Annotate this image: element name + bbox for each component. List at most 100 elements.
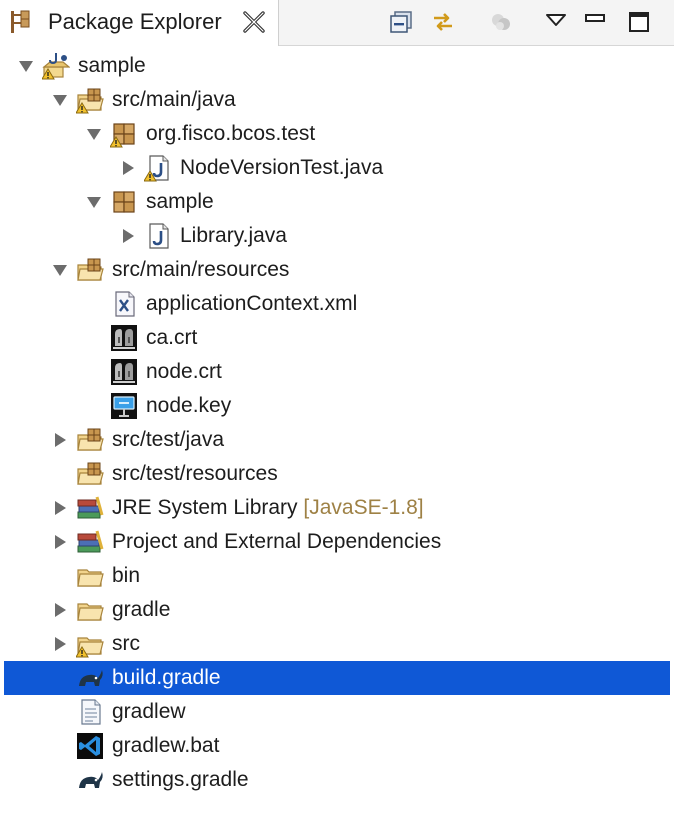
tree-item-label: node.key (146, 393, 231, 419)
tree-item-label: Project and External Dependencies (112, 529, 441, 555)
tree-item-text: gradlew.bat (112, 734, 220, 757)
tree-item[interactable]: src/main/java (4, 83, 670, 117)
tree-item-text: applicationContext.xml (146, 292, 358, 315)
tree-item[interactable]: applicationContext.xml (4, 287, 670, 321)
tree-item-label: src/test/java (112, 427, 224, 453)
tree-item-text: gradle (112, 598, 171, 621)
tree-item-label: src/main/resources (112, 257, 289, 283)
expand-arrow-right-icon[interactable] (51, 533, 69, 551)
tree-item-label: bin (112, 563, 140, 589)
tree-item-text: src/test/resources (112, 462, 278, 485)
tree-item-label: gradlew (112, 699, 186, 725)
view-menu-button[interactable] (541, 7, 571, 37)
tree-item-text: gradlew (112, 700, 186, 723)
expand-arrow-down-icon[interactable] (51, 91, 69, 109)
tree-item[interactable]: org.fisco.bcos.test (4, 117, 670, 151)
text-file-icon (81, 699, 101, 725)
tree-item[interactable]: node.key (4, 389, 670, 423)
tree-item-text: node.key (146, 394, 232, 417)
tree-item-label: org.fisco.bcos.test (146, 121, 315, 147)
keynote-file-icon (111, 393, 137, 419)
minimize-button[interactable] (580, 7, 610, 37)
tree-item-text: bin (112, 564, 141, 587)
tree-item[interactable]: bin (4, 559, 670, 593)
package-icon (110, 123, 135, 148)
tree-item-label: NodeVersionTest.java (180, 155, 383, 181)
maximize-button[interactable] (624, 7, 654, 37)
tree-item[interactable]: sample (4, 49, 670, 83)
tree-item[interactable]: sample (4, 185, 670, 219)
package-icon (113, 191, 135, 213)
tree-item[interactable]: src (4, 627, 670, 661)
tab-title: Package Explorer (48, 9, 222, 34)
tree-item-text: Library.java (180, 224, 287, 247)
tree-item-label: JRE System Library [JavaSE-1.8] (112, 495, 424, 521)
gradle-file-icon (79, 772, 103, 788)
tree-item-label: settings.gradle (112, 767, 249, 793)
focus-active-task-button[interactable] (486, 7, 516, 37)
java-file-icon (144, 155, 169, 182)
tree-item-text: NodeVersionTest.java (180, 156, 384, 179)
source-folder-icon (77, 462, 104, 485)
xml-file-icon (115, 291, 135, 317)
tree-item-text: src (112, 632, 140, 655)
folder-icon (76, 637, 104, 658)
link-with-editor-icon (434, 13, 452, 31)
tree-item-label: Library.java (180, 223, 287, 249)
expand-arrow-right-icon[interactable] (51, 601, 69, 619)
minimize-icon (585, 14, 605, 22)
tree-item[interactable]: Project and External Dependencies (4, 525, 670, 559)
collapse-all-button[interactable] (386, 7, 416, 37)
source-folder-icon (77, 258, 104, 281)
tree-item[interactable]: src/test/java (4, 423, 670, 457)
expand-arrow-right-icon[interactable] (119, 159, 137, 177)
tree-item-label: ca.crt (146, 325, 197, 351)
expand-arrow-right-icon[interactable] (51, 499, 69, 517)
tree-item[interactable]: gradlew.bat (4, 729, 670, 763)
tree-item-label: node.crt (146, 359, 222, 385)
tree-item-text: org.fisco.bcos.test (146, 122, 316, 145)
expand-arrow-right-icon[interactable] (51, 635, 69, 653)
tree-item[interactable]: ca.crt (4, 321, 670, 355)
folder-icon (77, 603, 104, 621)
tree-item-text: ca.crt (146, 326, 198, 349)
expand-arrow-down-icon[interactable] (17, 57, 35, 75)
tree-item-text: node.crt (146, 360, 222, 383)
tree-item[interactable]: src/main/resources (4, 253, 670, 287)
expand-arrow-down-icon[interactable] (51, 261, 69, 279)
tree-item[interactable]: Library.java (4, 219, 670, 253)
tree-item-text: Project and External Dependencies (112, 530, 442, 553)
tree-item[interactable]: settings.gradle (4, 763, 670, 797)
tree-item-text: src/main/java (112, 88, 236, 111)
expand-arrow-right-icon[interactable] (51, 431, 69, 449)
tree-item[interactable]: gradle (4, 593, 670, 627)
tree-item-text: sample (146, 190, 214, 213)
focus-active-task-icon (492, 14, 510, 30)
maximize-icon (629, 12, 649, 32)
tree-item-label: sample (78, 53, 146, 79)
tree-item-text: build.gradle (112, 666, 221, 689)
tree-item-label: src/test/resources (112, 461, 278, 487)
tree-item[interactable]: NodeVersionTest.java (4, 151, 670, 185)
tab-package-explorer[interactable]: Package Explorer (0, 0, 279, 46)
tree-item[interactable]: JRE System Library [JavaSE-1.8] (4, 491, 670, 525)
certificate-file-icon (111, 359, 137, 385)
tree-item[interactable]: gradlew (4, 695, 670, 729)
expand-arrow-down-icon[interactable] (85, 125, 103, 143)
tree-item-label: applicationContext.xml (146, 291, 357, 317)
tree-item[interactable]: build.gradle (4, 661, 670, 695)
tree-item-text: sample (78, 54, 146, 77)
collapse-all-icon (390, 11, 412, 33)
expand-arrow-down-icon[interactable] (85, 193, 103, 211)
link-with-editor-button[interactable] (428, 7, 458, 37)
tree-item-label: gradle (112, 597, 170, 623)
tree-item[interactable]: node.crt (4, 355, 670, 389)
view-tab-bar: Package Explorer (0, 0, 674, 46)
tree-item[interactable]: src/test/resources (4, 457, 670, 491)
close-icon[interactable] (243, 11, 265, 33)
tree-item-label: src (112, 631, 140, 657)
java-file-icon (149, 223, 169, 249)
certificate-file-icon (111, 325, 137, 351)
view-menu-icon (546, 14, 566, 26)
expand-arrow-right-icon[interactable] (119, 227, 137, 245)
